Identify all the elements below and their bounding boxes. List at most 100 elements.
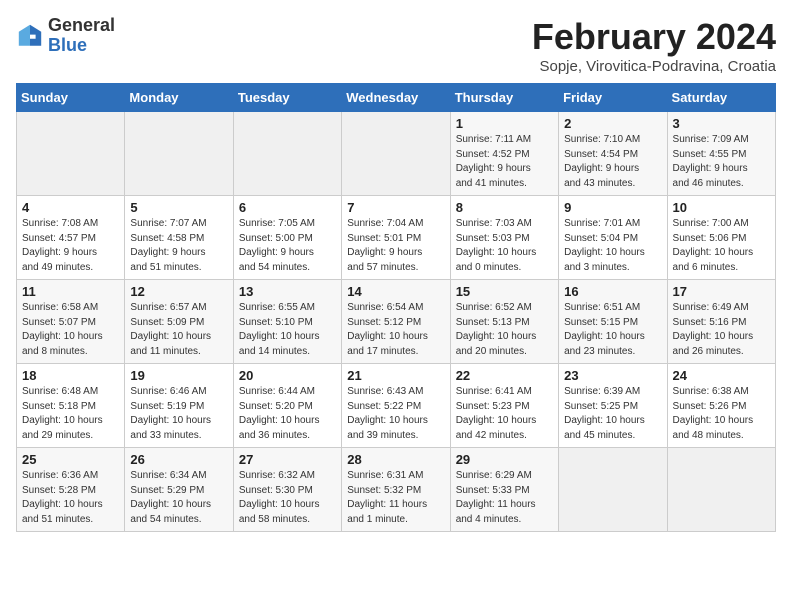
column-header-wednesday: Wednesday [342, 84, 450, 112]
day-detail: Sunrise: 6:34 AM Sunset: 5:29 PM Dayligh… [130, 469, 227, 527]
column-header-friday: Friday [559, 84, 667, 112]
day-detail: Sunrise: 6:44 AM Sunset: 5:20 PM Dayligh… [239, 385, 336, 443]
day-detail: Sunrise: 7:11 AM Sunset: 4:52 PM Dayligh… [456, 133, 553, 191]
day-number: 10 [673, 200, 770, 215]
day-number: 6 [239, 200, 336, 215]
day-number: 12 [130, 284, 227, 299]
day-detail: Sunrise: 6:58 AM Sunset: 5:07 PM Dayligh… [22, 301, 119, 359]
day-number: 24 [673, 368, 770, 383]
day-detail: Sunrise: 6:48 AM Sunset: 5:18 PM Dayligh… [22, 385, 119, 443]
calendar-cell [667, 448, 775, 532]
day-number: 19 [130, 368, 227, 383]
day-detail: Sunrise: 7:07 AM Sunset: 4:58 PM Dayligh… [130, 217, 227, 275]
day-number: 8 [456, 200, 553, 215]
calendar-cell: 12 Sunrise: 6:57 AM Sunset: 5:09 PM Dayli… [125, 280, 233, 364]
day-detail: Sunrise: 6:41 AM Sunset: 5:23 PM Dayligh… [456, 385, 553, 443]
logo: General Blue [16, 16, 115, 56]
calendar-cell: 1 Sunrise: 7:11 AM Sunset: 4:52 PM Daylig… [450, 112, 558, 196]
day-detail: Sunrise: 6:38 AM Sunset: 5:26 PM Dayligh… [673, 385, 770, 443]
calendar-cell: 8 Sunrise: 7:03 AM Sunset: 5:03 PM Daylig… [450, 196, 558, 280]
calendar-cell: 29 Sunrise: 6:29 AM Sunset: 5:33 PM Dayli… [450, 448, 558, 532]
day-number: 29 [456, 452, 553, 467]
day-number: 11 [22, 284, 119, 299]
calendar-cell [559, 448, 667, 532]
day-detail: Sunrise: 7:10 AM Sunset: 4:54 PM Dayligh… [564, 133, 661, 191]
day-number: 22 [456, 368, 553, 383]
day-number: 15 [456, 284, 553, 299]
day-number: 23 [564, 368, 661, 383]
calendar-cell [342, 112, 450, 196]
calendar-cell: 28 Sunrise: 6:31 AM Sunset: 5:32 PM Dayli… [342, 448, 450, 532]
calendar-cell: 15 Sunrise: 6:52 AM Sunset: 5:13 PM Dayli… [450, 280, 558, 364]
day-number: 9 [564, 200, 661, 215]
calendar-cell: 16Sunrise: 6:51 AM Sunset: 5:15 PM Dayli… [559, 280, 667, 364]
calendar-cell: 22 Sunrise: 6:41 AM Sunset: 5:23 PM Dayli… [450, 364, 558, 448]
column-header-saturday: Saturday [667, 84, 775, 112]
week-row-2: 4 Sunrise: 7:08 AM Sunset: 4:57 PM Daylig… [17, 196, 776, 280]
day-number: 16 [564, 284, 661, 299]
day-detail: Sunrise: 6:49 AM Sunset: 5:16 PM Dayligh… [673, 301, 770, 359]
logo-text: General Blue [48, 16, 115, 56]
column-header-monday: Monday [125, 84, 233, 112]
calendar-cell: 23 Sunrise: 6:39 AM Sunset: 5:25 PM Dayli… [559, 364, 667, 448]
calendar-cell: 24 Sunrise: 6:38 AM Sunset: 5:26 PM Dayli… [667, 364, 775, 448]
column-header-thursday: Thursday [450, 84, 558, 112]
calendar-cell: 11 Sunrise: 6:58 AM Sunset: 5:07 PM Dayli… [17, 280, 125, 364]
calendar-cell [233, 112, 341, 196]
day-number: 20 [239, 368, 336, 383]
calendar-cell: 26 Sunrise: 6:34 AM Sunset: 5:29 PM Dayli… [125, 448, 233, 532]
calendar-subtitle: Sopje, Virovitica-Podravina, Croatia [532, 58, 776, 75]
title-block: February 2024 Sopje, Virovitica-Podravin… [532, 16, 776, 75]
calendar-cell: 25 Sunrise: 6:36 AM Sunset: 5:28 PM Dayli… [17, 448, 125, 532]
day-number: 14 [347, 284, 444, 299]
calendar-cell: 3 Sunrise: 7:09 AM Sunset: 4:55 PM Daylig… [667, 112, 775, 196]
day-number: 4 [22, 200, 119, 215]
calendar-cell: 4 Sunrise: 7:08 AM Sunset: 4:57 PM Daylig… [17, 196, 125, 280]
day-detail: Sunrise: 6:32 AM Sunset: 5:30 PM Dayligh… [239, 469, 336, 527]
day-detail: Sunrise: 7:04 AM Sunset: 5:01 PM Dayligh… [347, 217, 444, 275]
day-detail: Sunrise: 6:39 AM Sunset: 5:25 PM Dayligh… [564, 385, 661, 443]
column-header-sunday: Sunday [17, 84, 125, 112]
day-number: 5 [130, 200, 227, 215]
page-header: General Blue February 2024 Sopje, Virovi… [16, 16, 776, 75]
calendar-cell: 5 Sunrise: 7:07 AM Sunset: 4:58 PM Daylig… [125, 196, 233, 280]
calendar-cell: 27Sunrise: 6:32 AM Sunset: 5:30 PM Dayli… [233, 448, 341, 532]
day-detail: Sunrise: 6:36 AM Sunset: 5:28 PM Dayligh… [22, 469, 119, 527]
day-detail: Sunrise: 6:29 AM Sunset: 5:33 PM Dayligh… [456, 469, 553, 527]
day-number: 7 [347, 200, 444, 215]
day-detail: Sunrise: 6:55 AM Sunset: 5:10 PM Dayligh… [239, 301, 336, 359]
calendar-title: February 2024 [532, 16, 776, 58]
day-detail: Sunrise: 7:08 AM Sunset: 4:57 PM Dayligh… [22, 217, 119, 275]
calendar-cell: 2Sunrise: 7:10 AM Sunset: 4:54 PM Daylig… [559, 112, 667, 196]
calendar-cell: 18Sunrise: 6:48 AM Sunset: 5:18 PM Dayli… [17, 364, 125, 448]
day-detail: Sunrise: 6:52 AM Sunset: 5:13 PM Dayligh… [456, 301, 553, 359]
day-number: 1 [456, 116, 553, 131]
calendar-cell: 17Sunrise: 6:49 AM Sunset: 5:16 PM Dayli… [667, 280, 775, 364]
day-detail: Sunrise: 6:54 AM Sunset: 5:12 PM Dayligh… [347, 301, 444, 359]
calendar-cell [17, 112, 125, 196]
column-header-tuesday: Tuesday [233, 84, 341, 112]
day-detail: Sunrise: 7:03 AM Sunset: 5:03 PM Dayligh… [456, 217, 553, 275]
day-number: 26 [130, 452, 227, 467]
calendar-cell: 9Sunrise: 7:01 AM Sunset: 5:04 PM Daylig… [559, 196, 667, 280]
week-row-5: 25 Sunrise: 6:36 AM Sunset: 5:28 PM Dayli… [17, 448, 776, 532]
day-number: 13 [239, 284, 336, 299]
day-detail: Sunrise: 6:43 AM Sunset: 5:22 PM Dayligh… [347, 385, 444, 443]
day-detail: Sunrise: 7:05 AM Sunset: 5:00 PM Dayligh… [239, 217, 336, 275]
calendar-cell: 14 Sunrise: 6:54 AM Sunset: 5:12 PM Dayli… [342, 280, 450, 364]
calendar-cell: 19Sunrise: 6:46 AM Sunset: 5:19 PM Dayli… [125, 364, 233, 448]
calendar-table: SundayMondayTuesdayWednesdayThursdayFrid… [16, 83, 776, 532]
day-detail: Sunrise: 6:57 AM Sunset: 5:09 PM Dayligh… [130, 301, 227, 359]
day-number: 25 [22, 452, 119, 467]
calendar-cell: 6 Sunrise: 7:05 AM Sunset: 5:00 PM Daylig… [233, 196, 341, 280]
day-detail: Sunrise: 7:09 AM Sunset: 4:55 PM Dayligh… [673, 133, 770, 191]
day-number: 28 [347, 452, 444, 467]
calendar-cell: 13 Sunrise: 6:55 AM Sunset: 5:10 PM Dayli… [233, 280, 341, 364]
calendar-cell: 10 Sunrise: 7:00 AM Sunset: 5:06 PM Dayli… [667, 196, 775, 280]
calendar-cell: 21Sunrise: 6:43 AM Sunset: 5:22 PM Dayli… [342, 364, 450, 448]
day-number: 3 [673, 116, 770, 131]
calendar-cell: 20 Sunrise: 6:44 AM Sunset: 5:20 PM Dayli… [233, 364, 341, 448]
day-detail: Sunrise: 7:00 AM Sunset: 5:06 PM Dayligh… [673, 217, 770, 275]
logo-icon [16, 22, 44, 50]
day-detail: Sunrise: 6:31 AM Sunset: 5:32 PM Dayligh… [347, 469, 444, 527]
